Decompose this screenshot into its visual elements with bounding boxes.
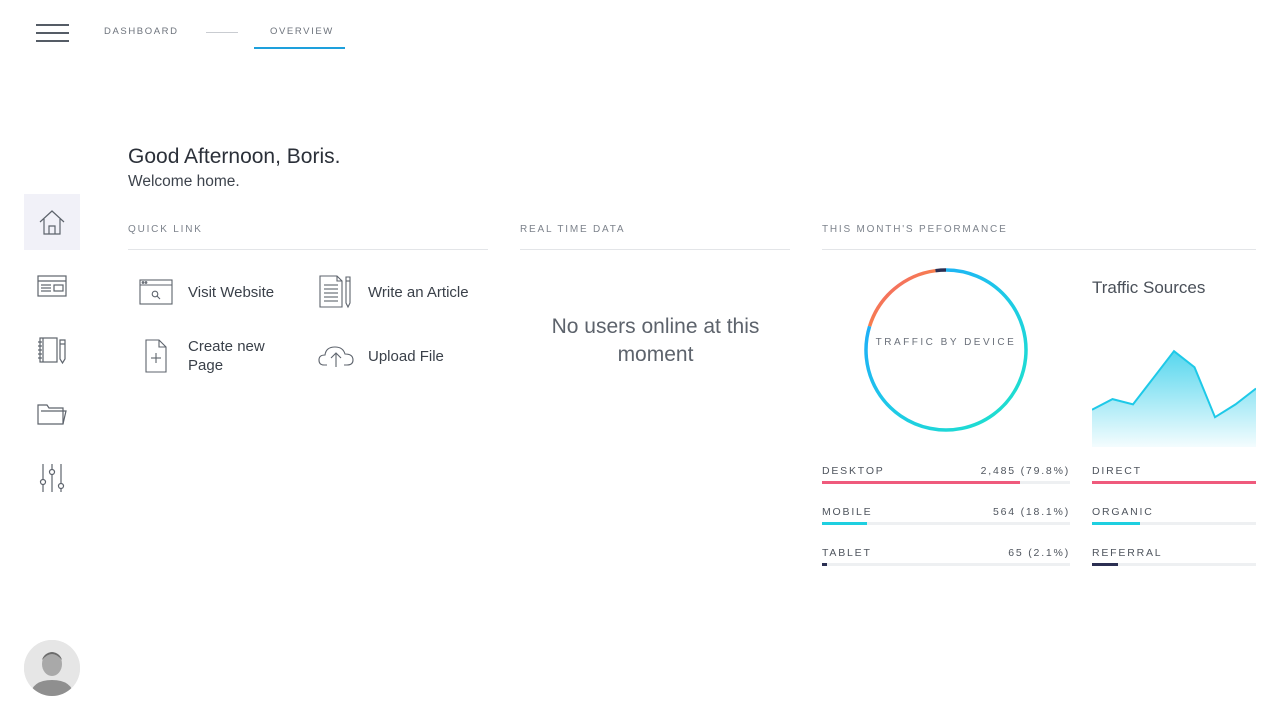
traffic-sources-area [1092, 351, 1256, 447]
hamburger-icon[interactable] [36, 24, 69, 42]
traffic-sources-area-chart [1092, 349, 1256, 447]
progress-fill [822, 522, 867, 525]
new-page-icon [145, 339, 167, 373]
divider [128, 249, 488, 250]
progress-track [822, 563, 1070, 566]
write-article-link[interactable]: Write an Article [318, 274, 469, 310]
stat-label: DIRECT [1092, 465, 1142, 477]
browser-search-icon [139, 279, 173, 305]
progress-track [822, 522, 1070, 525]
home-icon [39, 210, 65, 235]
quick-link-heading: QUICK LINK [128, 224, 203, 235]
progress-fill [1092, 522, 1140, 525]
avatar[interactable] [24, 640, 80, 696]
progress-fill [822, 563, 828, 566]
stat-value: 65 (2.1%) [1008, 547, 1070, 559]
stat-value: 564 (18.1%) [992, 506, 1070, 518]
folder-icon [37, 404, 67, 425]
progress-fill [1092, 481, 1256, 484]
stat-label: TABLET [822, 547, 872, 559]
stat-value: 2,485 (79.8%) [980, 465, 1070, 477]
donut-segment-mobile [867, 268, 936, 327]
performance-heading: THIS MONTH'S PEFORMANCE [822, 224, 1008, 235]
progress-track [1092, 522, 1256, 525]
active-tab-indicator [254, 47, 345, 49]
real-time-heading: REAL TIME DATA [520, 224, 626, 235]
upload-file-label: Upload File [368, 347, 444, 365]
document-pencil-icon [319, 275, 351, 309]
progress-fill [822, 481, 1020, 484]
traffic-by-device-donut [864, 268, 1028, 432]
no-users-message: No users online at this moment [551, 315, 760, 366]
donut-label: TRAFFIC BY DEVICE [875, 337, 1017, 348]
tab-dashboard[interactable]: DASHBOARD [104, 26, 179, 37]
cloud-upload-icon [318, 346, 354, 367]
stat-label: REFERRAL [1092, 547, 1163, 559]
sliders-icon [39, 464, 65, 492]
write-article-label: Write an Article [368, 283, 469, 301]
upload-file-link[interactable]: Upload File [318, 338, 444, 374]
browser-window-icon [37, 275, 67, 297]
traffic-sources-title: Traffic Sources [1092, 278, 1206, 297]
page-title: Good Afternoon, Boris. [128, 145, 341, 168]
tab-overview[interactable]: OVERVIEW [270, 26, 334, 37]
stat-label: DESKTOP [822, 465, 885, 477]
sidebar-item-home[interactable] [24, 194, 80, 250]
sidebar-item-notebook[interactable] [24, 322, 80, 378]
notebook-pencil-icon [38, 337, 66, 365]
progress-fill [1092, 563, 1119, 566]
sidebar-item-settings[interactable] [24, 450, 80, 506]
progress-track [1092, 481, 1256, 484]
divider [822, 249, 1256, 250]
create-page-label: Create new Page [188, 338, 265, 374]
divider [520, 249, 790, 250]
sidebar-item-browser[interactable] [24, 258, 80, 314]
visit-website-label: Visit Website [188, 283, 275, 301]
user-avatar-icon [24, 640, 80, 696]
donut-segment-tablet [935, 268, 947, 273]
sidebar-item-folder[interactable] [24, 386, 80, 442]
progress-track [1092, 563, 1256, 566]
progress-track [822, 481, 1070, 484]
breadcrumb-separator [206, 32, 238, 33]
stat-label: MOBILE [822, 506, 873, 518]
stat-label: ORGANIC [1092, 506, 1154, 518]
create-page-link[interactable]: Create new Page [138, 337, 288, 375]
welcome-text: Welcome home. [128, 173, 240, 190]
visit-website-link[interactable]: Visit Website [138, 274, 274, 310]
